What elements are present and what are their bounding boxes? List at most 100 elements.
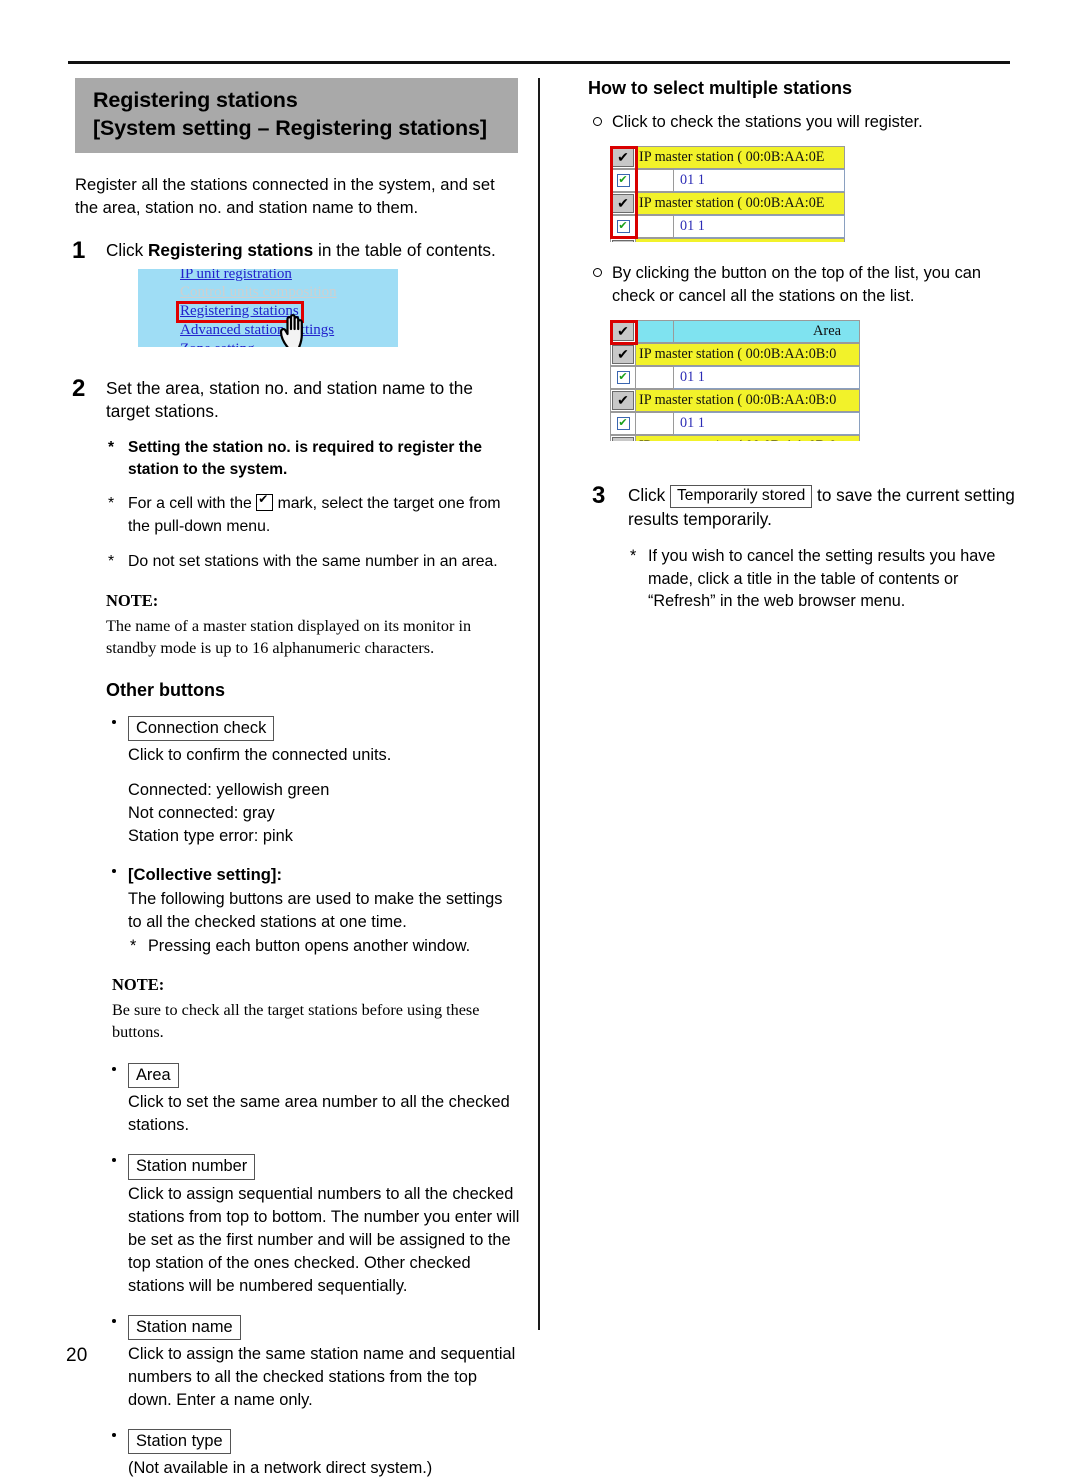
checkbox-button-checked-icon[interactable]: ✔	[612, 194, 634, 213]
table-header-row[interactable]: ✔ Area	[610, 320, 860, 343]
collective-setting-note-body: Be sure to check all the target stations…	[112, 1000, 520, 1044]
toc-item-zone-setting[interactable]: Zone setting	[180, 341, 255, 347]
bullet-dot	[112, 1158, 116, 1162]
station-number-cell[interactable]: 01 1	[674, 412, 860, 435]
temporarily-stored-button[interactable]: Temporarily stored	[670, 485, 812, 508]
connection-check-description: Click to confirm the connected units.	[128, 744, 520, 767]
step-3-number: 3	[592, 482, 605, 510]
station-type-button[interactable]: Station type	[128, 1429, 231, 1454]
station-number-button[interactable]: Station number	[128, 1154, 255, 1179]
station-number-cell[interactable]: 01 1	[674, 366, 860, 389]
step-2-note-2-text-pre: For a cell with the	[128, 495, 256, 512]
step-2-note-1-text: Setting the station no. is required to r…	[128, 439, 482, 478]
table-row[interactable]: ✔ IP master station ( 00:0B:AA:0E	[610, 192, 845, 215]
section-title-line2: [System setting – Registering stations]	[93, 114, 518, 142]
other-button-connection-check: Connection check Click to confirm the co…	[106, 716, 520, 848]
right-bullet-1: Click to check the stations you will reg…	[588, 111, 1028, 134]
station-name-cell: IP master station ( 00:0B:AA:0B:0	[636, 389, 860, 412]
right-column: How to select multiple stations Click to…	[588, 78, 1028, 613]
toc-item-control-units-composition: Control units composition	[180, 284, 337, 301]
step-2-note-heading: NOTE:	[106, 591, 520, 611]
checkbox-button-checked-icon[interactable]: ✔	[612, 322, 634, 341]
asterisk-marker: *	[630, 545, 636, 568]
station-name-cell: IP master station ( 00:0B:AA:0B:0	[636, 343, 860, 366]
section-title-banner: Registering stations [System setting – R…	[75, 78, 518, 153]
checkbox-small-checked-icon[interactable]: ✔	[617, 220, 630, 233]
step-3-text-pre: Click	[628, 485, 670, 505]
other-buttons-heading: Other buttons	[106, 680, 520, 701]
table-row[interactable]: ✔ 01 1	[610, 412, 860, 435]
table-row[interactable]: ✔ IP master station ( 00:0B:AA:0B:0	[610, 389, 860, 412]
row-checkbox-cell[interactable]: ✔	[610, 389, 636, 412]
right-heading: How to select multiple stations	[588, 78, 1028, 99]
step-3-note: * If you wish to cancel the setting resu…	[628, 545, 1028, 613]
checkbox-small-checked-icon[interactable]: ✔	[617, 371, 630, 384]
row-checkbox-cell[interactable]: ✔	[610, 412, 636, 435]
row-checkbox-cell[interactable]: ✔	[610, 146, 636, 169]
station-number-cell[interactable]: 01 1	[674, 215, 845, 238]
step-2-note-1: * Setting the station no. is required to…	[106, 437, 520, 480]
header-blank-cell	[636, 320, 674, 343]
select-all-checkbox-cell[interactable]: ✔	[610, 320, 636, 343]
screenshot-clip-fade	[610, 441, 860, 450]
hand-pointer-cursor-icon	[278, 311, 312, 347]
circle-bullet-icon	[593, 117, 602, 126]
row-checkbox-cell[interactable]: ✔	[610, 192, 636, 215]
toc-item-ip-unit-registration[interactable]: IP unit registration	[180, 269, 292, 283]
station-list-screenshot-2: ✔ Area ✔ IP master station ( 00:0B:AA:0B…	[610, 320, 860, 450]
collective-setting-description: The following buttons are used to make t…	[128, 888, 520, 934]
other-button-collective-setting: [Collective setting]: The following butt…	[106, 865, 520, 1044]
row-checkbox-cell[interactable]: ✔	[610, 366, 636, 389]
legend-not-connected: Not connected: gray	[128, 802, 520, 825]
checkbox-small-checked-icon[interactable]: ✔	[617, 174, 630, 187]
row-checkbox-cell[interactable]: ✔	[610, 215, 636, 238]
station-name-cell: IP master station ( 00:0B:AA:0E	[636, 238, 845, 242]
connection-check-button[interactable]: Connection check	[128, 716, 274, 741]
blank-cell	[636, 412, 674, 435]
checkbox-button-checked-icon[interactable]: ✔	[612, 345, 634, 364]
bullet-dot	[112, 869, 116, 873]
asterisk-marker: *	[108, 437, 114, 459]
row-checkbox-cell[interactable]: ✔	[610, 343, 636, 366]
checkbox-dropdown-icon	[256, 494, 273, 511]
section-title-line1: Registering stations	[93, 86, 518, 114]
table-row[interactable]: ✔ IP master station ( 00:0B:AA:0E	[610, 238, 845, 242]
checkbox-button-checked-icon[interactable]: ✔	[612, 148, 634, 167]
collective-setting-label: [Collective setting]:	[128, 865, 282, 884]
column-divider	[538, 78, 540, 1330]
legend-station-type-error: Station type error: pink	[128, 825, 520, 848]
area-button[interactable]: Area	[128, 1063, 179, 1088]
checkbox-button-checked-icon[interactable]: ✔	[612, 240, 634, 242]
other-button-station-number: Station number Click to assign sequentia…	[106, 1154, 520, 1297]
station-number-description: Click to assign sequential numbers to al…	[128, 1183, 520, 1298]
bullet-dot	[112, 1433, 116, 1437]
step-1: 1 Click Registering stations in the tabl…	[68, 239, 520, 347]
intro-paragraph: Register all the stations connected in t…	[75, 173, 513, 220]
station-type-description: (Not available in a network direct syste…	[128, 1457, 520, 1480]
checkbox-small-checked-icon[interactable]: ✔	[617, 417, 630, 430]
table-row[interactable]: ✔ 01 1	[610, 169, 845, 192]
station-name-button[interactable]: Station name	[128, 1315, 241, 1340]
circle-bullet-icon	[593, 268, 602, 277]
asterisk-marker: *	[130, 935, 136, 958]
right-bullet-2: By clicking the button on the top of the…	[588, 262, 1028, 308]
checkbox-button-checked-icon[interactable]: ✔	[612, 391, 634, 410]
step-2: 2 Set the area, station no. and station …	[68, 377, 520, 660]
table-row[interactable]: ✔ 01 1	[610, 215, 845, 238]
station-name-cell: IP master station ( 00:0B:AA:0E	[636, 192, 845, 215]
step-2-number: 2	[72, 375, 85, 403]
row-checkbox-cell[interactable]: ✔	[610, 169, 636, 192]
row-checkbox-cell[interactable]: ✔	[610, 238, 636, 242]
collective-setting-note-heading: NOTE:	[112, 975, 520, 995]
page-top-rule	[68, 61, 1010, 64]
step-1-number: 1	[72, 237, 85, 265]
table-row[interactable]: ✔ 01 1	[610, 366, 860, 389]
step-1-text: Click Registering stations in the table …	[106, 239, 520, 263]
step-2-note-body: The name of a master station displayed o…	[106, 616, 520, 660]
table-row[interactable]: ✔ IP master station ( 00:0B:AA:0E	[610, 146, 845, 169]
step-1-text-bold: Registering stations	[148, 240, 313, 260]
toc-screenshot: IP unit registration Control units compo…	[138, 269, 398, 347]
station-list-screenshot-1: ✔ IP master station ( 00:0B:AA:0E ✔ 01 1…	[610, 146, 845, 242]
station-number-cell[interactable]: 01 1	[674, 169, 845, 192]
table-row[interactable]: ✔ IP master station ( 00:0B:AA:0B:0	[610, 343, 860, 366]
